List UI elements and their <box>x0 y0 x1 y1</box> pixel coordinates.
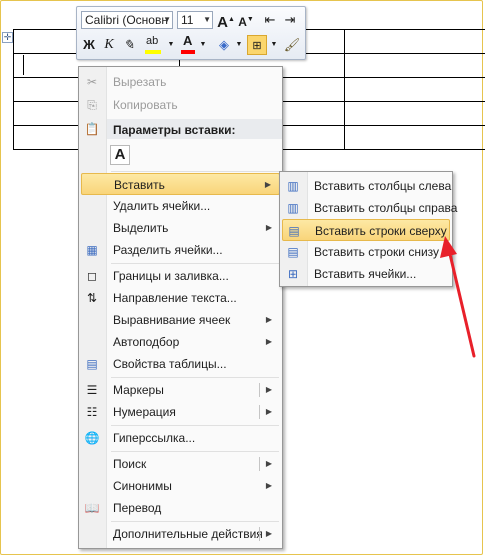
annotation-arrow <box>440 236 476 358</box>
annotation-arrow-head <box>440 236 457 258</box>
annotation-arrow-shaft <box>447 248 476 358</box>
